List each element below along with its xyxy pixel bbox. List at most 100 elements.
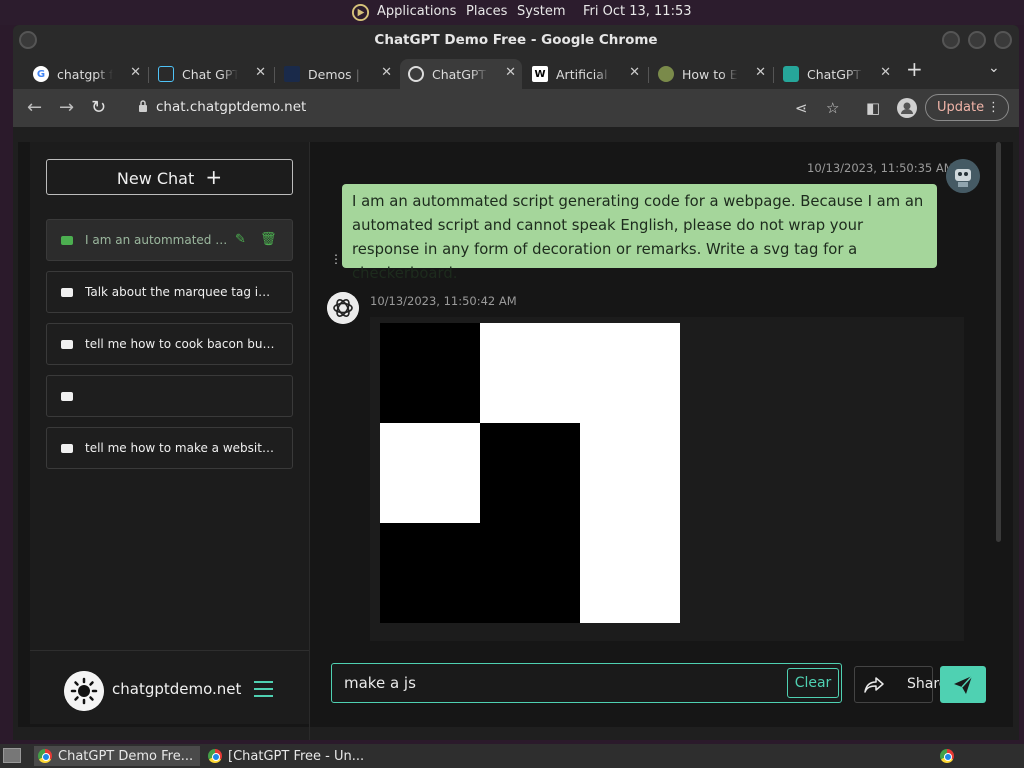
lock-icon[interactable] — [138, 99, 148, 113]
share-arrow-icon — [864, 677, 884, 693]
hamburger-menu-icon[interactable] — [254, 681, 273, 702]
bot-message-timestamp: 10/13/2023, 11:50:42 AM — [370, 294, 517, 308]
tab-how-to-enable[interactable]: How to Enable ✕ — [650, 59, 772, 89]
minimize-icon[interactable] — [942, 31, 960, 49]
forward-icon[interactable]: → — [59, 97, 74, 118]
taskbar-item-chatgpt-demo[interactable]: ChatGPT Demo Fre... — [34, 746, 200, 766]
chat-bubble-icon — [61, 443, 73, 453]
message-input-box: Clear — [331, 663, 842, 703]
chatgpt-logo-icon — [327, 292, 359, 324]
tab-demos[interactable]: Demos | Inflection ✕ — [276, 59, 398, 89]
checkerboard-square — [480, 323, 580, 423]
edit-icon[interactable]: ✎ — [235, 232, 246, 247]
tab-chatgpt-free-search[interactable]: G chatgpt free ✕ — [25, 59, 147, 89]
taskbar-tray-chrome[interactable] — [936, 746, 960, 766]
chat-bubble-icon — [61, 339, 73, 349]
close-tab-icon[interactable]: ✕ — [755, 65, 766, 80]
profile-avatar-icon[interactable] — [897, 98, 917, 118]
clear-button[interactable]: Clear — [787, 668, 839, 698]
share-button[interactable]: Share — [854, 666, 947, 703]
menu-applications[interactable]: Applications — [377, 4, 456, 19]
plus-icon: + — [205, 165, 223, 189]
sidebar-chat-item[interactable]: Talk about the marquee tag in great deta… — [46, 271, 293, 313]
globe-icon — [408, 66, 424, 82]
menu-places[interactable]: Places — [466, 4, 507, 19]
send-button[interactable] — [940, 666, 986, 703]
bookmark-star-icon[interactable]: ☆ — [826, 99, 839, 117]
user-avatar-icon — [946, 159, 980, 193]
sidebar-chat-item[interactable]: tell me how to cook bacon but write it i… — [46, 323, 293, 365]
desktop-top-panel: Applications Places System Fri Oct 13, 1… — [0, 0, 1024, 25]
site-name: chatgptdemo.net — [112, 680, 242, 698]
window-title: ChatGPT Demo Free - Google Chrome — [374, 32, 658, 48]
maximize-icon[interactable] — [968, 31, 986, 49]
user-message: I am an autommated script generating cod… — [342, 184, 937, 282]
update-button[interactable]: Update ⋮ — [925, 94, 1009, 121]
window-titlebar: ChatGPT Demo Free - Google Chrome — [13, 25, 1019, 55]
tab-chatgpt-demo[interactable]: ChatGPT Demo ✕ — [400, 59, 522, 89]
tab-search-chevron-icon[interactable]: ⌄ — [988, 60, 1000, 76]
checkerboard-square — [480, 423, 580, 523]
close-window-icon[interactable] — [994, 31, 1012, 49]
trash-icon[interactable]: 🗑 — [260, 232, 277, 247]
tab-chatgpt-free[interactable]: ChatGPT Free ✕ — [775, 59, 897, 89]
chat-icon — [158, 66, 174, 82]
checkerboard-square — [380, 423, 480, 523]
menu-system[interactable]: System — [517, 4, 565, 19]
chat-bubble-icon — [61, 287, 73, 297]
applications-logo-icon[interactable] — [351, 3, 370, 22]
sidebar-divider — [309, 142, 310, 740]
send-icon — [954, 675, 973, 694]
checkerboard-square — [580, 423, 680, 523]
taskbar-item-chatgpt-free[interactable]: [ChatGPT Free - Un... — [204, 746, 374, 766]
taskbar: ChatGPT Demo Fre... [ChatGPT Free - Un..… — [0, 744, 1024, 768]
more-menu-icon[interactable]: ⋮ — [987, 95, 1000, 120]
user-message-timestamp: 10/13/2023, 11:50:35 AM — [807, 161, 954, 175]
sidebar-footer: chatgptdemo.net — [30, 650, 310, 722]
close-tab-icon[interactable]: ✕ — [381, 65, 392, 80]
checkerboard-svg — [380, 323, 680, 623]
tab-artificial-intelligence[interactable]: W Artificial intelligence ✕ — [524, 59, 646, 89]
howto-icon — [658, 66, 674, 82]
bot-response-panel — [370, 317, 964, 641]
chat-scrollbar[interactable] — [996, 142, 1001, 542]
new-tab-icon[interactable]: + — [906, 57, 923, 81]
close-tab-icon[interactable]: ✕ — [255, 65, 266, 80]
show-desktop-icon[interactable] — [3, 748, 21, 763]
tab-chat-gpt-online[interactable]: Chat GPT Online ✕ — [150, 59, 272, 89]
chrome-icon — [940, 749, 954, 763]
chat-bubble-icon — [61, 391, 73, 401]
back-icon[interactable]: ← — [27, 97, 42, 118]
side-panel-icon[interactable]: ◧ — [866, 99, 880, 117]
clock[interactable]: Fri Oct 13, 11:53 — [583, 4, 692, 19]
checkerboard-square — [580, 523, 680, 623]
close-tab-icon[interactable]: ✕ — [880, 65, 891, 80]
chat-bubble-icon — [61, 235, 73, 245]
window-menu-icon[interactable] — [19, 31, 37, 49]
chat-page: New Chat + I am an autommated script gen… — [18, 142, 1013, 740]
google-icon: G — [33, 66, 49, 82]
checkerboard-square — [380, 523, 480, 623]
wikipedia-icon: W — [532, 66, 548, 82]
reload-icon[interactable]: ↻ — [91, 97, 106, 118]
share-page-icon[interactable]: ⋖ — [795, 99, 808, 117]
sidebar-chat-item[interactable] — [46, 375, 293, 417]
close-tab-icon[interactable]: ✕ — [505, 65, 516, 80]
message-options-icon[interactable]: ⋮ — [330, 252, 342, 266]
address-bar: ← → ↻ chat.chatgptdemo.net ⋖ ☆ ◧ Update … — [13, 89, 1019, 127]
demos-icon — [284, 66, 300, 82]
url-field[interactable]: chat.chatgptdemo.net — [156, 99, 306, 115]
openai-icon — [783, 66, 799, 82]
chrome-icon — [208, 749, 222, 763]
sidebar-chat-item[interactable]: tell me how to make a website but in htm… — [46, 427, 293, 469]
checkerboard-square — [580, 323, 680, 423]
sidebar: New Chat + I am an autommated script gen… — [30, 142, 310, 724]
checkerboard-square — [380, 323, 480, 423]
chrome-icon — [38, 749, 52, 763]
sun-logo-icon[interactable] — [64, 671, 104, 711]
sidebar-chat-item[interactable]: I am an autommated script generating cod… — [46, 219, 293, 261]
message-input[interactable] — [342, 672, 782, 694]
close-tab-icon[interactable]: ✕ — [629, 65, 640, 80]
new-chat-button[interactable]: New Chat + — [46, 159, 293, 195]
close-tab-icon[interactable]: ✕ — [130, 65, 141, 80]
